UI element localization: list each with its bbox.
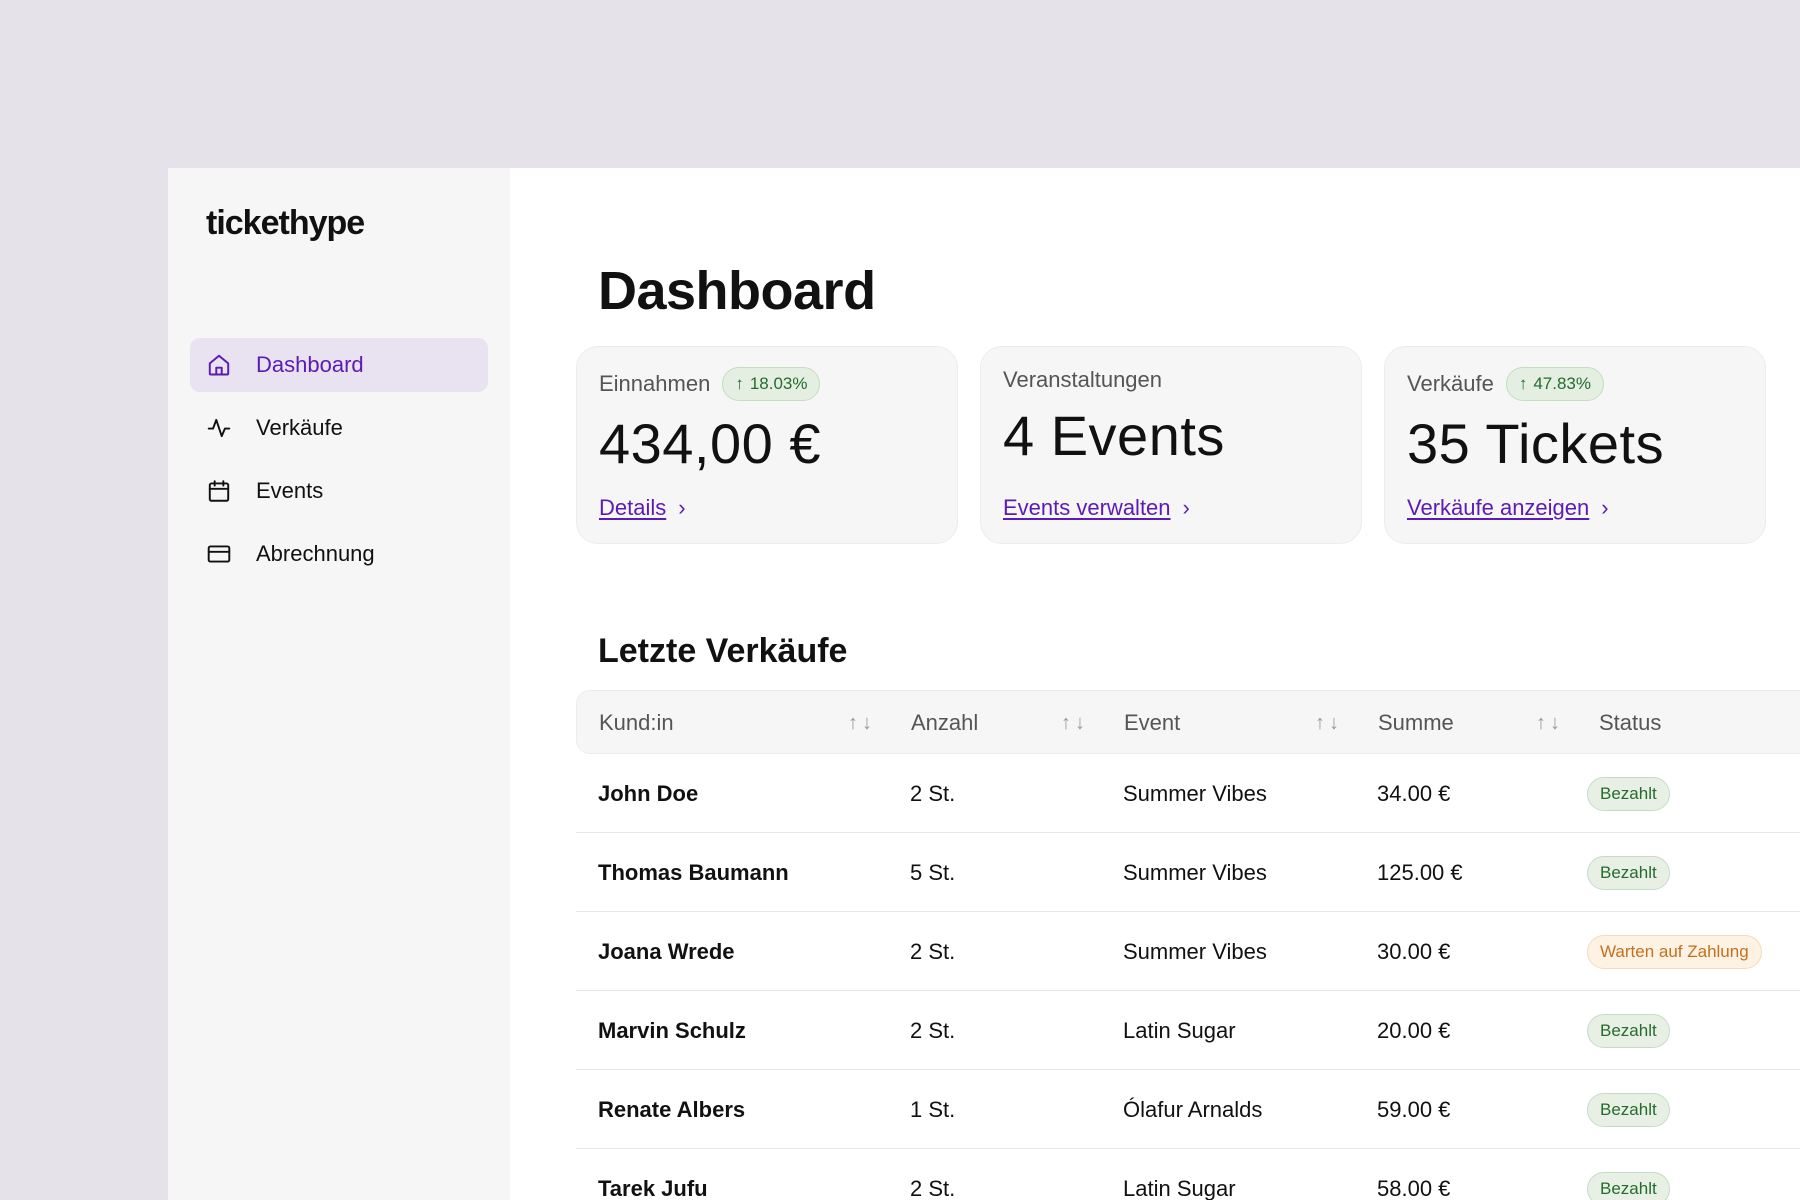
status-badge: Bezahlt [1587,855,1670,890]
card-header: Einnahmen ↑ 18.03% [599,367,821,401]
sort-icon[interactable]: ↑ ↓ [1536,691,1560,755]
details-link[interactable]: Details › [599,495,686,521]
chevron-right-icon: › [678,495,686,520]
card-label: Veranstaltungen [1003,367,1163,392]
sales-table: Kund:in ↑ ↓ Anzahl ↑ ↓ Event ↑ ↓ Summe ↑ ↓ S… [576,690,1800,1200]
card-value: 434,00 € [599,412,821,475]
status-badge: Bezahlt [1587,1092,1670,1127]
column-header-quantity[interactable]: Anzahl [911,691,978,755]
card-header: Veranstaltungen [1003,367,1162,393]
column-header-status[interactable]: Status [1599,691,1661,755]
event-name: Summer Vibes [1123,859,1267,885]
ticket-quantity: 2 St. [910,780,956,806]
column-header-event[interactable]: Event [1124,691,1180,755]
link-label[interactable]: Events verwalten [1003,495,1171,521]
order-sum: 20.00 € [1377,1017,1451,1043]
home-icon [206,352,232,378]
chevron-right-icon: › [1601,495,1609,520]
app-logo[interactable]: tickethype [206,204,365,243]
credit-card-icon [206,541,232,567]
sort-icon[interactable]: ↑ ↓ [848,691,872,755]
manage-events-link[interactable]: Events verwalten › [1003,495,1190,521]
sidebar-item-events[interactable]: Events [190,464,488,518]
link-label[interactable]: Details [599,495,666,521]
table-row[interactable]: Renate Albers 1 St. Ólafur Arnalds 59.00… [576,1070,1800,1149]
table-row[interactable]: Thomas Baumann 5 St. Summer Vibes 125.00… [576,833,1800,912]
section-title: Letzte Verkäufe [598,632,848,670]
table-row[interactable]: Joana Wrede 2 St. Summer Vibes 30.00 € W… [576,912,1800,991]
ticket-quantity: 5 St. [910,859,956,885]
table-header: Kund:in ↑ ↓ Anzahl ↑ ↓ Event ↑ ↓ Summe ↑ ↓ S… [576,690,1800,754]
sort-icon[interactable]: ↑ ↓ [1315,691,1339,755]
event-name: Latin Sugar [1123,1017,1236,1043]
stat-card-sales: Verkäufe ↑ 47.83% 35 Tickets Verkäufe an… [1384,346,1766,544]
event-name: Summer Vibes [1123,780,1267,806]
order-sum: 59.00 € [1377,1096,1451,1122]
order-sum: 34.00 € [1377,780,1451,806]
app-window: tickethype Dashboard Verkäufe Events Abr… [168,168,1800,1200]
order-sum: 30.00 € [1377,938,1451,964]
column-header-customer[interactable]: Kund:in [599,691,674,755]
status-badge: Bezahlt [1587,1013,1670,1048]
sidebar-item-billing[interactable]: Abrechnung [190,527,488,581]
sidebar-item-sales[interactable]: Verkäufe [190,401,488,455]
card-label: Einnahmen [599,371,711,396]
ticket-quantity: 2 St. [910,1017,956,1043]
customer-name: Joana Wrede [598,938,735,964]
card-value: 35 Tickets [1407,412,1665,475]
main-content: Dashboard Einnahmen ↑ 18.03% 434,00 € De… [510,168,1800,1200]
table-row[interactable]: John Doe 2 St. Summer Vibes 34.00 € Beza… [576,754,1800,833]
card-header: Verkäufe ↑ 47.83% [1407,367,1605,401]
stat-card-events: Veranstaltungen 4 Events Events verwalte… [980,346,1362,544]
trend-value: 18.03% [749,374,808,393]
customer-name: John Doe [598,780,699,806]
activity-icon [206,415,232,441]
sidebar-item-label: Events [256,478,324,503]
ticket-quantity: 2 St. [910,1175,956,1200]
stat-card-revenue: Einnahmen ↑ 18.03% 434,00 € Details › [576,346,958,544]
status-badge: Bezahlt [1587,1171,1670,1200]
calendar-icon [206,478,232,504]
status-badge: Warten auf Zahlung [1587,934,1762,969]
trend-badge: ↑ 47.83% [1505,367,1605,401]
column-header-sum[interactable]: Summe [1378,691,1454,755]
customer-name: Marvin Schulz [598,1017,746,1043]
sort-icon[interactable]: ↑ ↓ [1061,691,1085,755]
customer-name: Thomas Baumann [598,859,789,885]
event-name: Summer Vibes [1123,938,1267,964]
sidebar-item-dashboard[interactable]: Dashboard [190,338,488,392]
customer-name: Tarek Jufu [598,1175,708,1200]
sidebar: tickethype Dashboard Verkäufe Events Abr… [168,168,510,1200]
stat-cards: Einnahmen ↑ 18.03% 434,00 € Details › Ve… [576,346,1766,544]
card-label: Verkäufe [1407,371,1494,396]
card-value: 4 Events [1003,404,1225,467]
order-sum: 58.00 € [1377,1175,1451,1200]
arrow-up-icon: ↑ [735,374,744,393]
sidebar-item-label: Dashboard [256,352,364,377]
sidebar-item-label: Verkäufe [256,415,343,440]
event-name: Ólafur Arnalds [1123,1096,1263,1122]
show-sales-link[interactable]: Verkäufe anzeigen › [1407,495,1609,521]
ticket-quantity: 1 St. [910,1096,956,1122]
table-row[interactable]: Tarek Jufu 2 St. Latin Sugar 58.00 € Bez… [576,1149,1800,1200]
order-sum: 125.00 € [1377,859,1463,885]
link-label[interactable]: Verkäufe anzeigen [1407,495,1589,521]
arrow-up-icon: ↑ [1518,374,1528,393]
status-badge: Bezahlt [1587,776,1670,811]
sidebar-item-label: Abrechnung [256,541,375,566]
event-name: Latin Sugar [1123,1175,1236,1200]
page-title: Dashboard [598,261,876,321]
trend-badge: ↑ 18.03% [722,367,821,401]
table-row[interactable]: Marvin Schulz 2 St. Latin Sugar 20.00 € … [576,991,1800,1070]
sidebar-nav: Dashboard Verkäufe Events Abrechnung [190,338,488,590]
customer-name: Renate Albers [598,1096,746,1122]
ticket-quantity: 2 St. [910,938,956,964]
trend-value: 47.83% [1533,374,1592,393]
chevron-right-icon: › [1182,495,1190,520]
